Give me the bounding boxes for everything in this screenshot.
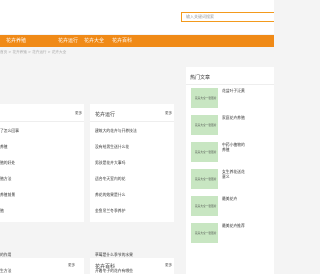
side-list-item[interactable]: 花盆叶子泛黄	[222, 88, 246, 93]
nav-item-flower-fortune[interactable]: 花卉运行	[58, 35, 78, 47]
list-item[interactable]: 建筑大的花卉与开养技法	[95, 128, 174, 134]
thumbnail[interactable]: 花卉大全一张照片	[191, 196, 218, 216]
nav-item-flower-encyclopedia-list[interactable]: 花卉大全	[84, 35, 104, 47]
left-card-top: 更多 了怎么回事 养殖 殖的好处 殖方法 养殖前景 殖	[0, 104, 84, 222]
list-item[interactable]: 养殖前景	[0, 192, 84, 198]
main-nav: 花卉养殖 花卉运行 花卉大全 花卉百科	[0, 35, 274, 47]
list-item[interactable]: 没有给男生送什么花	[95, 144, 174, 150]
thumbnail[interactable]: 花卉大全一张照片	[191, 88, 218, 108]
panel-title: 热门文章	[190, 75, 211, 81]
page: 输入关键词搜索 花卉养殖 花卉运行 花卉大全 花卉百科 首页 > 花卉养殖 > …	[0, 0, 274, 274]
divider	[0, 121, 84, 122]
thumbnail[interactable]: 花卉大全一张照片	[191, 169, 218, 189]
side-list-item[interactable]: 女生养花送花意义	[222, 169, 246, 179]
thumbnail-label: 花卉大全一张照片	[195, 96, 217, 100]
thumbnail[interactable]: 花卉大全一张照片	[191, 223, 218, 243]
side-list-item[interactable]: 家庭花卉养殖	[222, 115, 246, 120]
thumbnail-label: 花卉大全一张照片	[195, 150, 217, 154]
header: 输入关键词搜索	[0, 0, 274, 34]
more-link[interactable]: 更多	[165, 111, 172, 116]
list-item[interactable]: 的作用	[0, 252, 84, 258]
thumbnail-label: 花卉大全一张照片	[195, 204, 217, 208]
list-item[interactable]: 殖方法	[0, 176, 84, 182]
side-list-item[interactable]: 中药小植物的养殖	[222, 142, 246, 152]
thumbnail[interactable]: 花卉大全一张照片	[191, 142, 218, 162]
list-item[interactable]: 了怎么回事	[0, 128, 84, 134]
thumbnail-label: 花卉大全一张照片	[195, 231, 217, 235]
thumbnail-label: 花卉大全一张照片	[195, 123, 217, 127]
side-list-item[interactable]: 最美花卉	[222, 196, 246, 201]
list-item[interactable]: 生方法	[0, 268, 84, 274]
nav-item-flower-care[interactable]: 花卉养殖	[6, 35, 26, 47]
divider	[186, 84, 274, 85]
list-item[interactable]: 养花的效果是什么	[95, 192, 174, 198]
thumbnail[interactable]: 花卉大全一张照片	[191, 115, 218, 135]
breadcrumb: 首页 > 花卉养殖 > 花卉运行 > 花卉大全	[0, 50, 67, 54]
search-input[interactable]: 输入关键词搜索	[181, 12, 274, 22]
thumbnail-label: 花卉大全一张照片	[195, 177, 217, 181]
list-item[interactable]: 开着冬子的花卉有哪些	[95, 268, 175, 274]
list-item[interactable]: 男孩是花卉大事吗	[95, 160, 174, 166]
list-item[interactable]: 殖	[0, 208, 84, 214]
side-list-item[interactable]: 最美花卉推荐	[222, 223, 246, 228]
card-title: 花卉运行	[95, 112, 116, 118]
more-link[interactable]: 更多	[75, 111, 82, 116]
nav-item-flower-encyclopedia[interactable]: 花卉百科	[112, 35, 132, 47]
divider	[90, 121, 174, 122]
list-item[interactable]: 草莓是什么季节的水果	[95, 252, 175, 258]
list-item[interactable]: 金鱼吊兰冬季养护	[95, 208, 174, 214]
list-item[interactable]: 养殖	[0, 144, 84, 150]
list-item[interactable]: 适合冬天室内的花	[95, 176, 174, 182]
right-panel: 热门文章 花卉大全一张照片 花盆叶子泛黄 花卉大全一张照片 家庭花卉养殖 花卉大…	[186, 67, 274, 274]
mid-card-top: 花卉运行 更多 建筑大的花卉与开养技法 没有给男生送什么花 男孩是花卉大事吗 适…	[90, 104, 174, 222]
list-item[interactable]: 殖的好处	[0, 160, 84, 166]
